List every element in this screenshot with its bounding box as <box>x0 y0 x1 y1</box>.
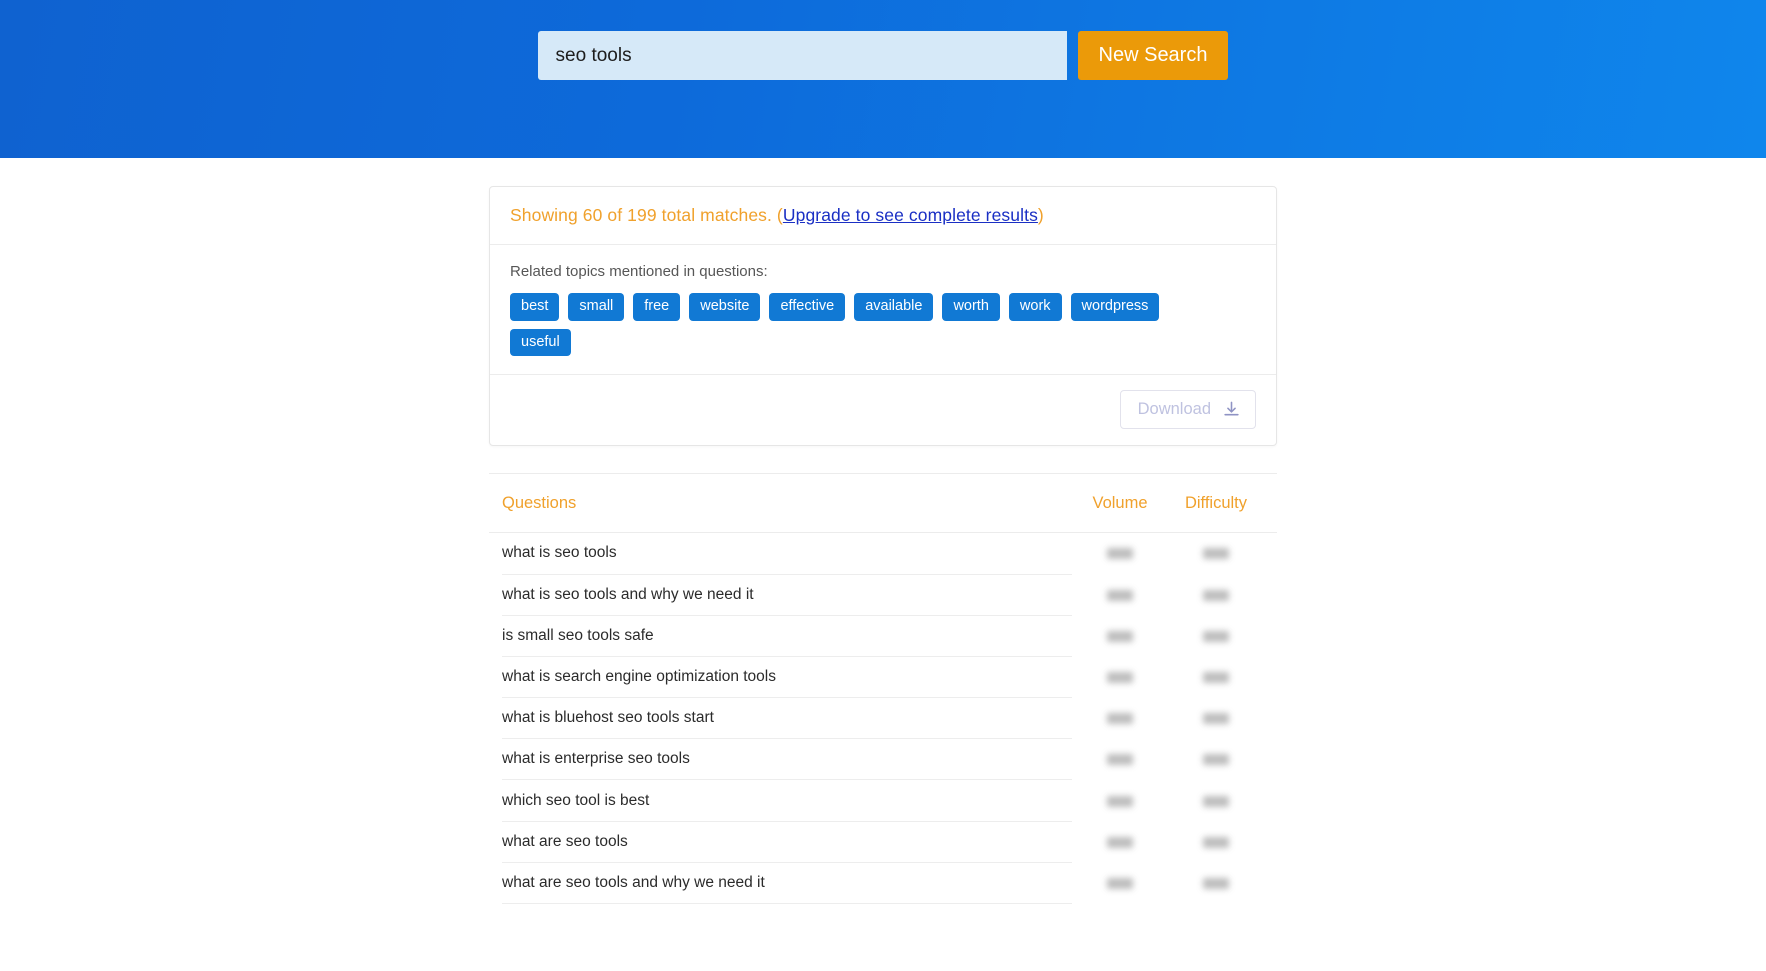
table-row[interactable]: what is search engine optimization tools <box>489 657 1277 699</box>
volume-cell <box>1072 863 1168 904</box>
column-header-difficulty[interactable]: Difficulty <box>1168 494 1264 513</box>
blurred-value <box>1107 630 1133 642</box>
question-cell: what is bluehost seo tools start <box>502 698 1072 740</box>
matches-section: Showing 60 of 199 total matches. (Upgrad… <box>490 187 1276 244</box>
search-input[interactable] <box>537 31 1067 80</box>
topic-tag[interactable]: small <box>568 293 625 321</box>
volume-cell <box>1072 616 1168 657</box>
blurred-value <box>1203 672 1229 683</box>
download-button[interactable]: Download <box>1119 390 1256 430</box>
blurred-value <box>1203 630 1229 642</box>
difficulty-cell <box>1168 616 1264 657</box>
blurred-value <box>1203 713 1229 725</box>
related-topics-tags: best small free website effective availa… <box>510 293 1170 357</box>
blurred-value <box>1107 877 1133 889</box>
page-body: Showing 60 of 199 total matches. (Upgrad… <box>0 158 1766 913</box>
difficulty-cell <box>1168 698 1264 739</box>
volume-cell <box>1072 698 1168 739</box>
blurred-value <box>1107 713 1133 725</box>
topic-tag[interactable]: work <box>1008 293 1062 321</box>
topic-tag[interactable]: useful <box>510 328 571 357</box>
table-row[interactable]: what are seo tools and why we need it <box>489 863 1277 905</box>
results-table-header: Questions Volume Difficulty <box>489 474 1277 534</box>
blurred-value <box>1107 589 1133 601</box>
table-row[interactable]: is small seo tools safe <box>489 616 1277 657</box>
blurred-value <box>1107 795 1133 807</box>
blurred-value <box>1107 548 1133 560</box>
topic-tag[interactable]: website <box>689 293 761 321</box>
download-icon <box>1222 400 1241 419</box>
difficulty-cell <box>1168 739 1264 780</box>
new-search-button[interactable]: New Search <box>1077 31 1229 80</box>
question-cell: what is search engine optimization tools <box>502 657 1072 699</box>
difficulty-cell <box>1168 657 1264 698</box>
summary-card: Showing 60 of 199 total matches. (Upgrad… <box>489 186 1277 447</box>
matches-summary: Showing 60 of 199 total matches. (Upgrad… <box>510 205 1256 226</box>
topic-tag[interactable]: worth <box>942 293 1000 321</box>
question-cell: is small seo tools safe <box>502 616 1072 657</box>
volume-cell <box>1072 533 1168 574</box>
topic-tag[interactable]: available <box>854 293 934 321</box>
difficulty-cell <box>1168 863 1264 904</box>
blurred-value <box>1203 795 1229 807</box>
volume-cell <box>1072 657 1168 698</box>
table-row[interactable]: what is seo tools <box>489 533 1277 575</box>
blurred-value <box>1107 754 1133 766</box>
blurred-value <box>1203 877 1229 889</box>
download-button-label: Download <box>1137 400 1211 419</box>
column-header-questions[interactable]: Questions <box>502 494 1072 513</box>
question-cell: which seo tool is best <box>502 780 1072 822</box>
upgrade-link[interactable]: Upgrade to see complete results <box>783 205 1038 225</box>
question-cell: what is enterprise seo tools <box>502 739 1072 781</box>
blurred-value <box>1203 548 1229 560</box>
table-row[interactable]: what is seo tools and why we need it <box>489 575 1277 616</box>
question-cell: what are seo tools <box>502 822 1072 863</box>
blurred-value <box>1107 836 1133 848</box>
volume-cell <box>1072 739 1168 780</box>
blurred-value <box>1203 589 1229 601</box>
column-header-volume[interactable]: Volume <box>1072 494 1168 513</box>
topic-tag[interactable]: free <box>633 293 681 321</box>
blurred-value <box>1203 836 1229 848</box>
search-bar: New Search <box>0 31 1766 80</box>
search-header: New Search <box>0 0 1766 158</box>
question-cell: what is seo tools <box>502 533 1072 575</box>
blurred-value <box>1107 672 1133 683</box>
download-section: Download <box>490 374 1276 445</box>
question-cell: what are seo tools and why we need it <box>502 863 1072 905</box>
volume-cell <box>1072 780 1168 821</box>
blurred-value <box>1203 754 1229 766</box>
difficulty-cell <box>1168 533 1264 574</box>
related-topics-section: Related topics mentioned in questions: b… <box>490 244 1276 374</box>
topic-tag[interactable]: effective <box>769 293 846 321</box>
topic-tag[interactable]: best <box>510 293 560 321</box>
difficulty-cell <box>1168 575 1264 616</box>
topic-tag[interactable]: wordpress <box>1070 293 1160 321</box>
table-row[interactable]: which seo tool is best <box>489 780 1277 822</box>
table-row[interactable]: what are seo tools <box>489 822 1277 863</box>
matches-text: Showing 60 of 199 total matches. ( <box>510 205 783 225</box>
related-topics-label: Related topics mentioned in questions: <box>510 263 768 280</box>
difficulty-cell <box>1168 822 1264 863</box>
matches-suffix: ) <box>1037 205 1044 225</box>
table-row[interactable]: what is enterprise seo tools <box>489 739 1277 781</box>
volume-cell <box>1072 822 1168 863</box>
volume-cell <box>1072 575 1168 616</box>
results-table: Questions Volume Difficulty what is seo … <box>489 473 1277 913</box>
question-cell: what is seo tools and why we need it <box>502 575 1072 616</box>
difficulty-cell <box>1168 780 1264 821</box>
table-row[interactable]: what is bluehost seo tools start <box>489 698 1277 740</box>
